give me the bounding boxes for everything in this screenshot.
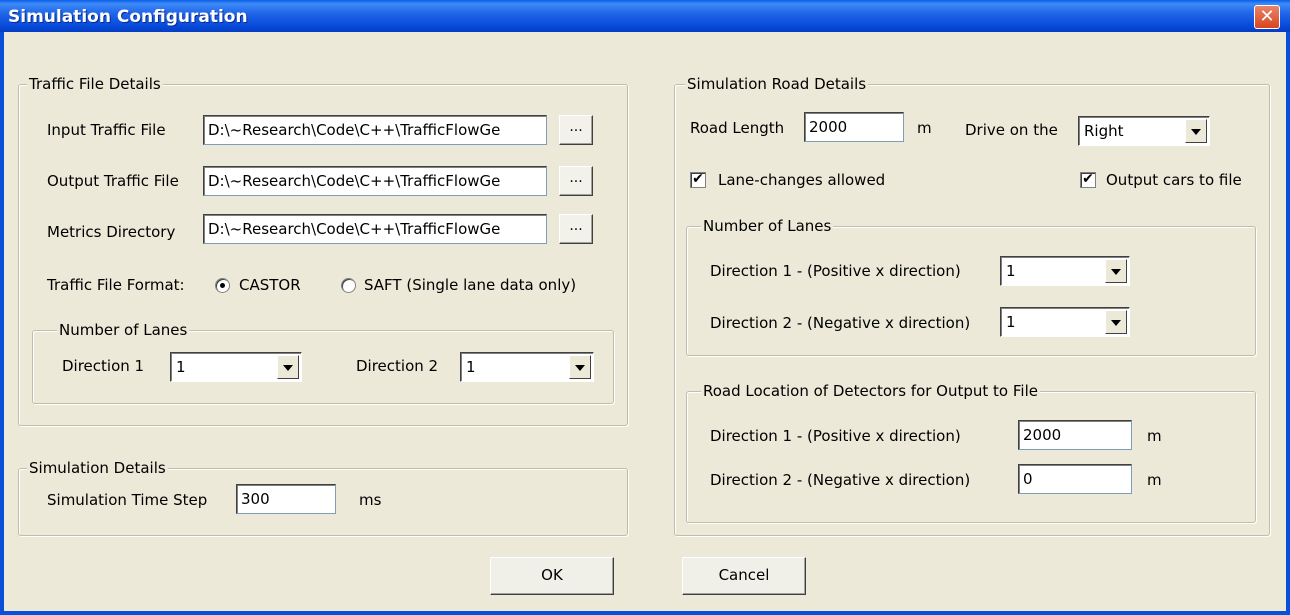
road-direction-1-label: Direction 1 - (Positive x direction) [710, 262, 961, 280]
metrics-directory-label: Metrics Directory [47, 223, 176, 241]
drive-on-label: Drive on the [965, 121, 1058, 139]
road-direction-2-label: Direction 2 - (Negative x direction) [710, 314, 971, 332]
traffic-direction-1-select[interactable]: 1 [170, 352, 302, 382]
input-traffic-file-field[interactable]: D:\~Research\Code\C++\TrafficFlowGe [203, 115, 547, 145]
window-border-left [0, 32, 4, 615]
metrics-directory-browse-button[interactable]: ... [559, 214, 593, 244]
output-traffic-file-label: Output Traffic File [47, 172, 179, 190]
road-direction-1-select[interactable]: 1 [1000, 256, 1130, 286]
traffic-direction-2-value: 1 [466, 358, 476, 376]
output-cars-checkbox[interactable]: ✔ [1080, 172, 1096, 188]
window-title: Simulation Configuration [8, 7, 248, 27]
cancel-button[interactable]: Cancel [682, 557, 806, 595]
drive-side-value: Right [1084, 122, 1124, 140]
traffic-direction-2-label: Direction 2 [356, 357, 439, 375]
lane-changes-label[interactable]: Lane-changes allowed [718, 171, 885, 189]
chevron-down-icon[interactable] [1105, 259, 1127, 283]
chevron-down-icon[interactable] [569, 355, 591, 379]
detectors-group: Road Location of Detectors for Output to… [686, 382, 1256, 523]
lane-changes-checkbox[interactable]: ✔ [690, 172, 706, 188]
simulation-details-legend: Simulation Details [27, 459, 168, 477]
castor-radio[interactable] [215, 278, 230, 293]
road-lanes-legend: Number of Lanes [701, 217, 834, 235]
traffic-direction-2-select[interactable]: 1 [460, 352, 594, 382]
window-border-right [1286, 32, 1290, 615]
saft-radio-label[interactable]: SAFT (Single lane data only) [364, 276, 576, 294]
simulation-time-step-field[interactable]: 300 [236, 484, 336, 514]
title-bar[interactable]: Simulation Configuration ✕ [0, 0, 1290, 32]
traffic-file-format-label: Traffic File Format: [47, 276, 185, 294]
traffic-file-details-legend: Traffic File Details [27, 75, 163, 93]
traffic-direction-1-value: 1 [176, 358, 186, 376]
output-traffic-file-field[interactable]: D:\~Research\Code\C++\TrafficFlowGe [203, 166, 547, 196]
metrics-directory-field[interactable]: D:\~Research\Code\C++\TrafficFlowGe [203, 214, 547, 244]
input-traffic-file-browse-button[interactable]: ... [559, 115, 593, 145]
road-details-legend: Simulation Road Details [685, 75, 869, 93]
traffic-lanes-legend: Number of Lanes [57, 321, 190, 339]
road-lanes-group: Number of Lanes [686, 217, 1256, 356]
road-length-label: Road Length [690, 119, 785, 137]
chevron-down-icon[interactable] [1185, 119, 1207, 143]
road-length-field[interactable]: 2000 [804, 112, 904, 142]
road-direction-2-select[interactable]: 1 [1000, 307, 1130, 337]
road-direction-1-value: 1 [1006, 262, 1016, 280]
road-length-unit: m [917, 119, 932, 137]
saft-radio[interactable] [341, 278, 356, 293]
castor-radio-label[interactable]: CASTOR [239, 276, 301, 294]
simulation-time-step-unit: ms [359, 491, 382, 509]
detector-direction-2-unit: m [1147, 471, 1162, 489]
drive-side-select[interactable]: Right [1078, 116, 1210, 146]
road-direction-2-value: 1 [1006, 313, 1016, 331]
output-cars-label[interactable]: Output cars to file [1106, 171, 1242, 189]
simulation-time-step-label: Simulation Time Step [47, 491, 208, 509]
close-button[interactable]: ✕ [1254, 5, 1280, 29]
traffic-direction-1-label: Direction 1 [62, 357, 145, 375]
chevron-down-icon[interactable] [1105, 310, 1127, 334]
window-border-bottom [0, 611, 1290, 615]
detector-direction-2-field[interactable]: 0 [1018, 464, 1132, 494]
ok-button[interactable]: OK [490, 557, 614, 595]
chevron-down-icon[interactable] [277, 355, 299, 379]
detector-direction-1-unit: m [1147, 427, 1162, 445]
detector-direction-1-label: Direction 1 - (Positive x direction) [710, 427, 961, 445]
detector-direction-1-field[interactable]: 2000 [1018, 420, 1132, 450]
detectors-legend: Road Location of Detectors for Output to… [701, 382, 1040, 400]
output-traffic-file-browse-button[interactable]: ... [559, 166, 593, 196]
detector-direction-2-label: Direction 2 - (Negative x direction) [710, 471, 971, 489]
input-traffic-file-label: Input Traffic File [47, 121, 166, 139]
